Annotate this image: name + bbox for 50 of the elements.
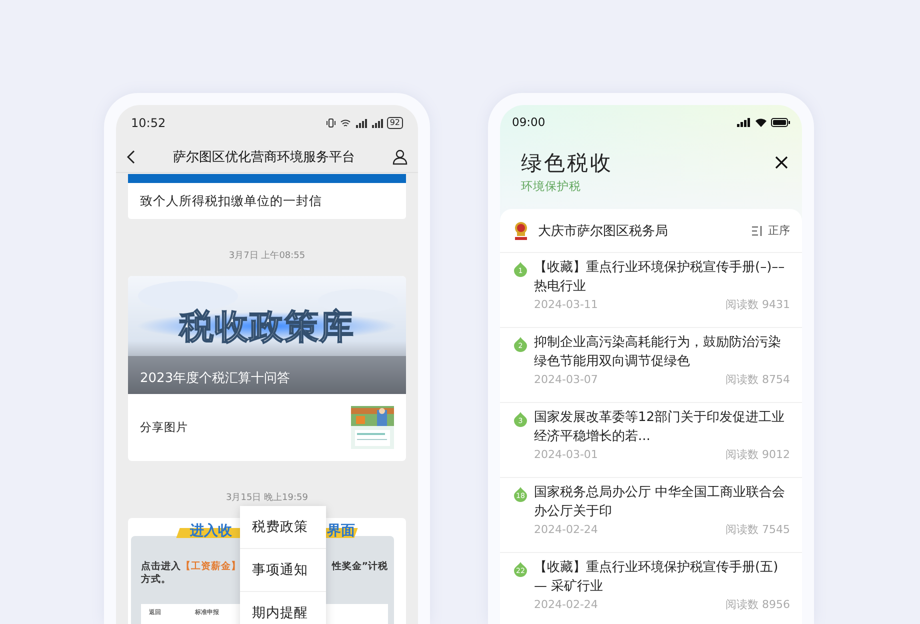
signal-icon — [354, 118, 367, 128]
instruction-text: 性奖金”计税 — [332, 560, 388, 573]
sort-button[interactable]: 正序 — [752, 223, 790, 238]
article-title: 国家发展改革委等12部门关于印发促进工业经济平稳增长的若... — [534, 409, 786, 446]
wifi-icon — [340, 118, 351, 128]
sort-icon — [752, 226, 763, 236]
screenshot-heading: 界面 — [327, 522, 355, 540]
person-icon[interactable] — [392, 148, 408, 164]
page-title: 萨尔图区优化营商环境服务平台 — [173, 148, 355, 166]
vibrate-icon — [326, 118, 336, 128]
battery-icon — [771, 118, 790, 126]
article-title: 抑制企业高污染高耗能行为，鼓励防治污染绿色节能用双向调节促绿色 — [534, 334, 782, 371]
article-title: 【收藏】重点行业环境保护税宣传手册(–)––热电行业 — [534, 259, 786, 296]
instruction-text: 点击进入【工资薪金】 — [141, 560, 241, 573]
battery-level: 92 — [386, 117, 403, 129]
banner-title: 税收政策库 — [178, 306, 356, 349]
close-icon[interactable] — [775, 156, 788, 169]
article-date: 2024-02-24 — [534, 598, 598, 612]
timestamp: 3月15日 晚上19:59 — [226, 492, 308, 504]
read-count: 阅读数 9012 — [726, 448, 790, 462]
source-name: 大庆市萨尔图区税务局 — [538, 222, 668, 240]
message-card[interactable]: 致个人所得税扣缴单位的一封信 — [128, 183, 406, 219]
screen-subtitle: 环境保护税 — [521, 179, 582, 194]
read-count: 阅读数 8754 — [726, 373, 790, 387]
screenshot-heading: 进入收 — [190, 522, 232, 540]
signal-icon — [370, 118, 383, 128]
read-count: 阅读数 9431 — [726, 298, 790, 312]
image-caption: 2023年度个税汇算十问答 — [140, 370, 290, 387]
timestamp: 3月7日 上午08:55 — [228, 250, 306, 262]
wifi-icon — [755, 118, 767, 126]
screen-title: 绿色税收 — [521, 151, 613, 175]
article-date: 2024-03-01 — [534, 448, 598, 462]
instruction-text: 方式。 — [141, 573, 172, 586]
menu-item[interactable]: 税费政策 — [240, 506, 326, 549]
article-title: 【收藏】重点行业环境保护税宣传手册(五) — 采矿行业 — [534, 559, 780, 596]
article-date: 2024-03-07 — [534, 373, 598, 387]
read-count: 阅读数 7545 — [726, 523, 790, 537]
status-time: 10:52 — [131, 116, 166, 130]
menu-item[interactable]: 事项通知 — [240, 549, 326, 592]
article-date: 2024-03-11 — [534, 298, 598, 312]
read-count: 阅读数 8956 — [726, 598, 790, 612]
message-card[interactable]: 税收政策库 2023年度个税汇算十问答 分享图片 — [128, 276, 406, 461]
back-icon[interactable] — [126, 150, 136, 164]
menu-item[interactable]: 期内提醒 — [240, 592, 326, 624]
share-label: 分享图片 — [140, 420, 188, 435]
emblem-icon — [514, 220, 528, 240]
article-title: 国家税务总局办公厅 中华全国工商业联合会办公厅关于印 — [534, 484, 786, 521]
article-date: 2024-02-24 — [534, 523, 598, 537]
signal-icon — [737, 118, 751, 126]
status-time: 09:00 — [512, 115, 546, 129]
